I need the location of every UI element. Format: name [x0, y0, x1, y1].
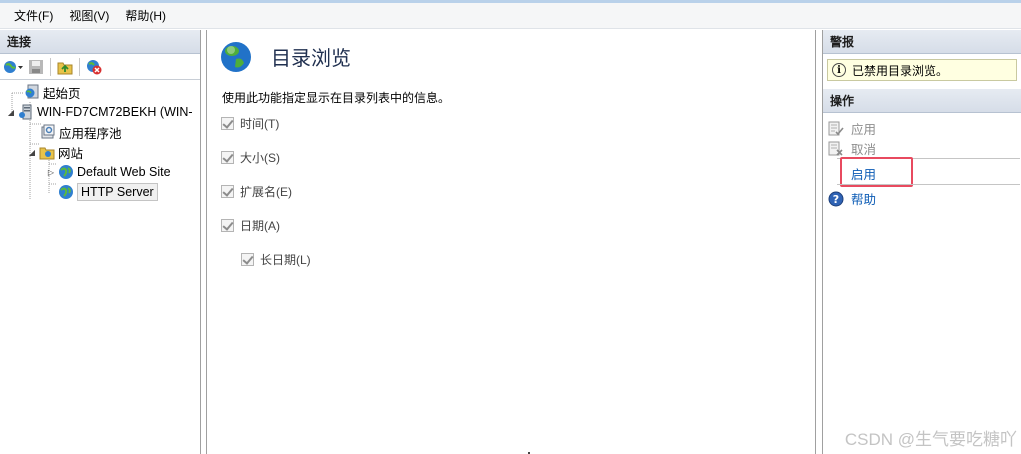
tree-label-http-server: HTTP Server — [77, 183, 158, 201]
collapse-icon[interactable]: ◢ — [27, 147, 37, 157]
help-label: 帮助 — [851, 193, 877, 207]
watermark: CSDN @生气要吃糖吖 — [844, 430, 1017, 449]
connections-header: 连接 — [0, 30, 200, 54]
alert-message-box: i 已禁用目录浏览。 — [827, 59, 1017, 81]
tree-item-start-page[interactable]: 起始页 — [0, 82, 200, 102]
apply-action[interactable]: 应用 — [828, 119, 876, 138]
cancel-label: 取消 — [851, 143, 877, 157]
sites-folder-icon — [39, 144, 55, 160]
cancel-action[interactable]: 取消 — [828, 139, 876, 158]
info-icon: i — [832, 63, 846, 77]
apply-label: 应用 — [851, 123, 877, 137]
option-time[interactable]: 时间(T) — [221, 115, 279, 132]
disconnect-icon[interactable] — [84, 57, 104, 77]
globe-icon — [58, 184, 74, 200]
alerts-header: 警报 — [823, 30, 1021, 54]
actions-header: 操作 — [823, 89, 1021, 113]
checkbox-long-date[interactable] — [241, 253, 254, 266]
connections-toolbar — [0, 54, 200, 80]
checkbox-date[interactable] — [221, 219, 234, 232]
menu-bar: 文件(F) 视图(V) 帮助(H) — [0, 3, 1021, 29]
option-date[interactable]: 日期(A) — [221, 217, 280, 234]
tree-item-sites[interactable]: ◢ 网站 — [0, 142, 200, 162]
checkbox-time[interactable] — [221, 117, 234, 130]
checkbox-extension[interactable] — [221, 185, 234, 198]
app-pool-icon — [40, 124, 56, 140]
connections-tree: 起始页 ◢ WIN-FD7CM72BEKH (WIN- 应用程序池 ◢ 网站 ▷ — [0, 80, 200, 202]
option-size[interactable]: 大小(S) — [221, 149, 280, 166]
tree-label-start-page: 起始页 — [43, 86, 81, 101]
apply-icon — [828, 121, 844, 137]
highlight-annotation — [840, 157, 913, 187]
svg-text:?: ? — [833, 193, 839, 206]
option-size-label: 大小(S) — [240, 151, 280, 165]
page-title: 目录浏览 — [271, 48, 351, 70]
tree-label-sites: 网站 — [58, 146, 84, 161]
page-description: 使用此功能指定显示在目录列表中的信息。 — [222, 91, 451, 105]
connections-panel: 连接 起始页 ◢ WIN-FD7CM72BEKH (WIN- 应用程序池 ◢ 网… — [0, 30, 201, 454]
help-icon: ? — [828, 191, 844, 207]
menu-help[interactable]: 帮助(H) — [117, 6, 174, 26]
actions-divider — [837, 184, 1020, 185]
tree-item-app-pools[interactable]: 应用程序池 — [0, 122, 200, 142]
save-icon[interactable] — [26, 57, 46, 77]
option-long-date-label: 长日期(L) — [260, 253, 311, 267]
alert-message: 已禁用目录浏览。 — [852, 63, 949, 78]
server-icon — [18, 104, 34, 120]
toolbar-separator — [79, 57, 80, 76]
actions-pane: 警报 i 已禁用目录浏览。 操作 应用 取消 启用 ? 帮助 CSDN @生气要… — [822, 30, 1021, 454]
cancel-icon — [828, 141, 844, 157]
expand-icon[interactable]: ▷ — [46, 167, 56, 177]
toolbar-separator — [50, 57, 51, 76]
start-page-icon — [24, 84, 40, 100]
checkbox-size[interactable] — [221, 151, 234, 164]
collapse-icon[interactable]: ◢ — [6, 107, 16, 117]
tree-item-server[interactable]: ◢ WIN-FD7CM72BEKH (WIN- — [0, 102, 200, 122]
option-extension-label: 扩展名(E) — [240, 185, 292, 199]
tree-label-default-web-site: Default Web Site — [77, 165, 171, 179]
option-date-label: 日期(A) — [240, 219, 280, 233]
option-extension[interactable]: 扩展名(E) — [221, 183, 292, 200]
globe-connect-icon[interactable] — [3, 57, 23, 77]
feature-panel: 目录浏览 使用此功能指定显示在目录列表中的信息。 时间(T) 大小(S) 扩展名… — [206, 30, 816, 454]
menu-file[interactable]: 文件(F) — [6, 6, 61, 26]
globe-icon — [58, 164, 74, 180]
option-long-date[interactable]: 长日期(L) — [241, 251, 311, 268]
folder-up-icon[interactable] — [55, 57, 75, 77]
option-time-label: 时间(T) — [240, 117, 280, 131]
tree-item-default-web-site[interactable]: ▷ Default Web Site — [0, 162, 200, 182]
tree-label-app-pools: 应用程序池 — [59, 126, 122, 141]
help-action[interactable]: ? 帮助 — [828, 189, 876, 208]
directory-browsing-globe-icon — [220, 41, 252, 76]
tree-label-server: WIN-FD7CM72BEKH (WIN- — [37, 105, 193, 119]
tree-item-http-server[interactable]: HTTP Server — [0, 182, 200, 202]
menu-view[interactable]: 视图(V) — [61, 6, 117, 26]
